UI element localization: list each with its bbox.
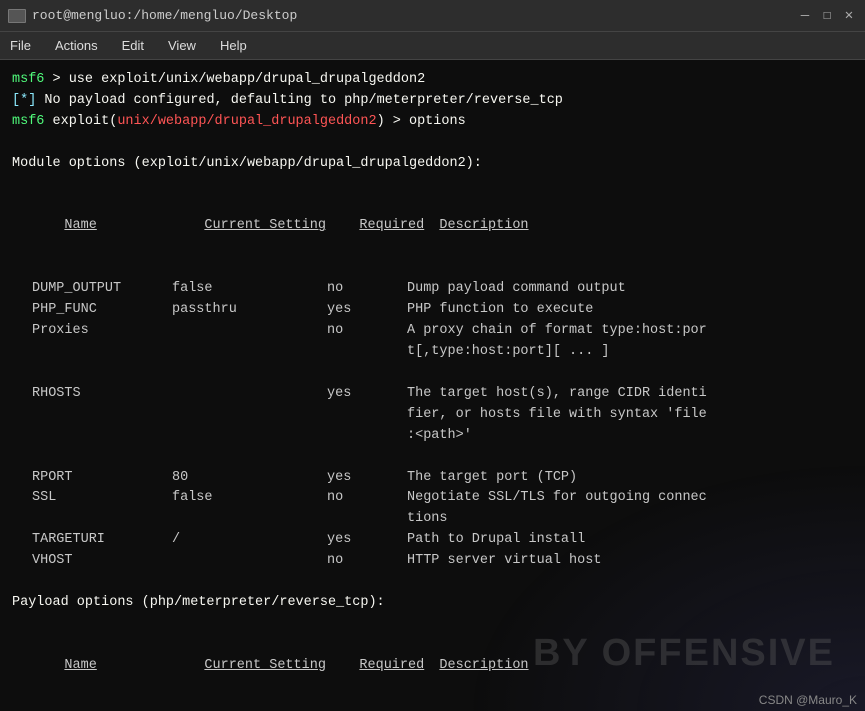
- table-row-proxies-1: ProxiesnoA proxy chain of format type:ho…: [32, 321, 853, 342]
- menu-view[interactable]: View: [164, 36, 200, 55]
- info-line: [*] No payload configured, defaulting to…: [12, 91, 853, 112]
- table-row-proxies-2: t[,type:host:port][ ... ]: [32, 342, 853, 363]
- table-row-rport: RPORT80yesThe target port (TCP): [32, 468, 853, 489]
- title-bar-left: root@mengluo:/home/mengluo/Desktop: [8, 8, 297, 23]
- minimize-button[interactable]: —: [797, 8, 813, 24]
- menu-actions[interactable]: Actions: [51, 36, 102, 55]
- table-row-targeturi: TARGETURI/yesPath to Drupal install: [32, 530, 853, 551]
- close-button[interactable]: ✕: [841, 7, 857, 24]
- table-row-rhosts-2: fier, or hosts file with syntax 'file: [32, 405, 853, 426]
- col-required-header: Required: [359, 216, 439, 237]
- menu-bar: File Actions Edit View Help: [0, 32, 865, 60]
- maximize-button[interactable]: ☐: [819, 7, 835, 24]
- exploit-prefix: exploit(: [44, 114, 117, 129]
- terminal-icon: [8, 9, 26, 23]
- table-row-rhosts-3: :<path>': [32, 426, 853, 447]
- table-row-vhost: VHOSTnoHTTP server virtual host: [32, 551, 853, 572]
- info-text: No payload configured, defaulting to php…: [36, 93, 563, 108]
- table-row: PHP_FUNCpassthruyesPHP function to execu…: [32, 300, 853, 321]
- col-desc-header: Description: [439, 218, 528, 233]
- menu-file[interactable]: File: [6, 36, 35, 55]
- col-name-header: Name: [64, 216, 204, 237]
- col-setting-header: Current Setting: [204, 216, 359, 237]
- col2-required-header: Required: [359, 656, 439, 677]
- menu-edit[interactable]: Edit: [118, 36, 148, 55]
- blank-5: [12, 447, 853, 468]
- command-line-1: msf6 > use exploit/unix/webapp/drupal_dr…: [12, 70, 853, 91]
- table-row-ssl-2: tions: [32, 509, 853, 530]
- table2-header-row: NameCurrent SettingRequiredDescription: [32, 635, 853, 698]
- col2-desc-header: Description: [439, 658, 528, 673]
- window-controls[interactable]: — ☐ ✕: [797, 7, 857, 24]
- payload-header-text: Payload options (php/meterpreter/reverse…: [12, 595, 385, 610]
- col2-name-header: Name: [64, 656, 204, 677]
- title-bar: root@mengluo:/home/mengluo/Desktop — ☐ ✕: [0, 0, 865, 32]
- blank-6: [12, 572, 853, 593]
- window-title: root@mengluo:/home/mengluo/Desktop: [32, 8, 297, 23]
- blank-3: [12, 258, 853, 279]
- blank-4: [12, 363, 853, 384]
- blank-7: [12, 614, 853, 635]
- col2-setting-header: Current Setting: [204, 656, 359, 677]
- menu-help[interactable]: Help: [216, 36, 251, 55]
- prompt-1: msf6: [12, 72, 44, 87]
- blank-1: [12, 133, 853, 154]
- table1-header-row: NameCurrent SettingRequiredDescription: [32, 196, 853, 259]
- terminal-body: msf6 > use exploit/unix/webapp/drupal_dr…: [0, 60, 865, 711]
- module-name: unix/webapp/drupal_drupalgeddon2: [117, 114, 376, 129]
- module-options-header: Module options (exploit/unix/webapp/drup…: [12, 154, 853, 175]
- table-row-ssl-1: SSLfalsenoNegotiate SSL/TLS for outgoing…: [32, 488, 853, 509]
- info-bracket: [*]: [12, 93, 36, 108]
- exploit-suffix: ) > options: [377, 114, 466, 129]
- blank-8: [12, 698, 853, 711]
- prompt-2: msf6: [12, 114, 44, 129]
- payload-options-header: Payload options (php/meterpreter/reverse…: [12, 593, 853, 614]
- cmd-1: > use exploit/unix/webapp/drupal_drupalg…: [44, 72, 425, 87]
- table-row-rhosts-1: RHOSTSyesThe target host(s), range CIDR …: [32, 384, 853, 405]
- csdn-badge: CSDN @Mauro_K: [759, 693, 857, 707]
- command-line-2: msf6 exploit(unix/webapp/drupal_drupalge…: [12, 112, 853, 133]
- blank-2: [12, 175, 853, 196]
- module-header-text: Module options (exploit/unix/webapp/drup…: [12, 156, 482, 171]
- table-row: DUMP_OUTPUTfalsenoDump payload command o…: [32, 279, 853, 300]
